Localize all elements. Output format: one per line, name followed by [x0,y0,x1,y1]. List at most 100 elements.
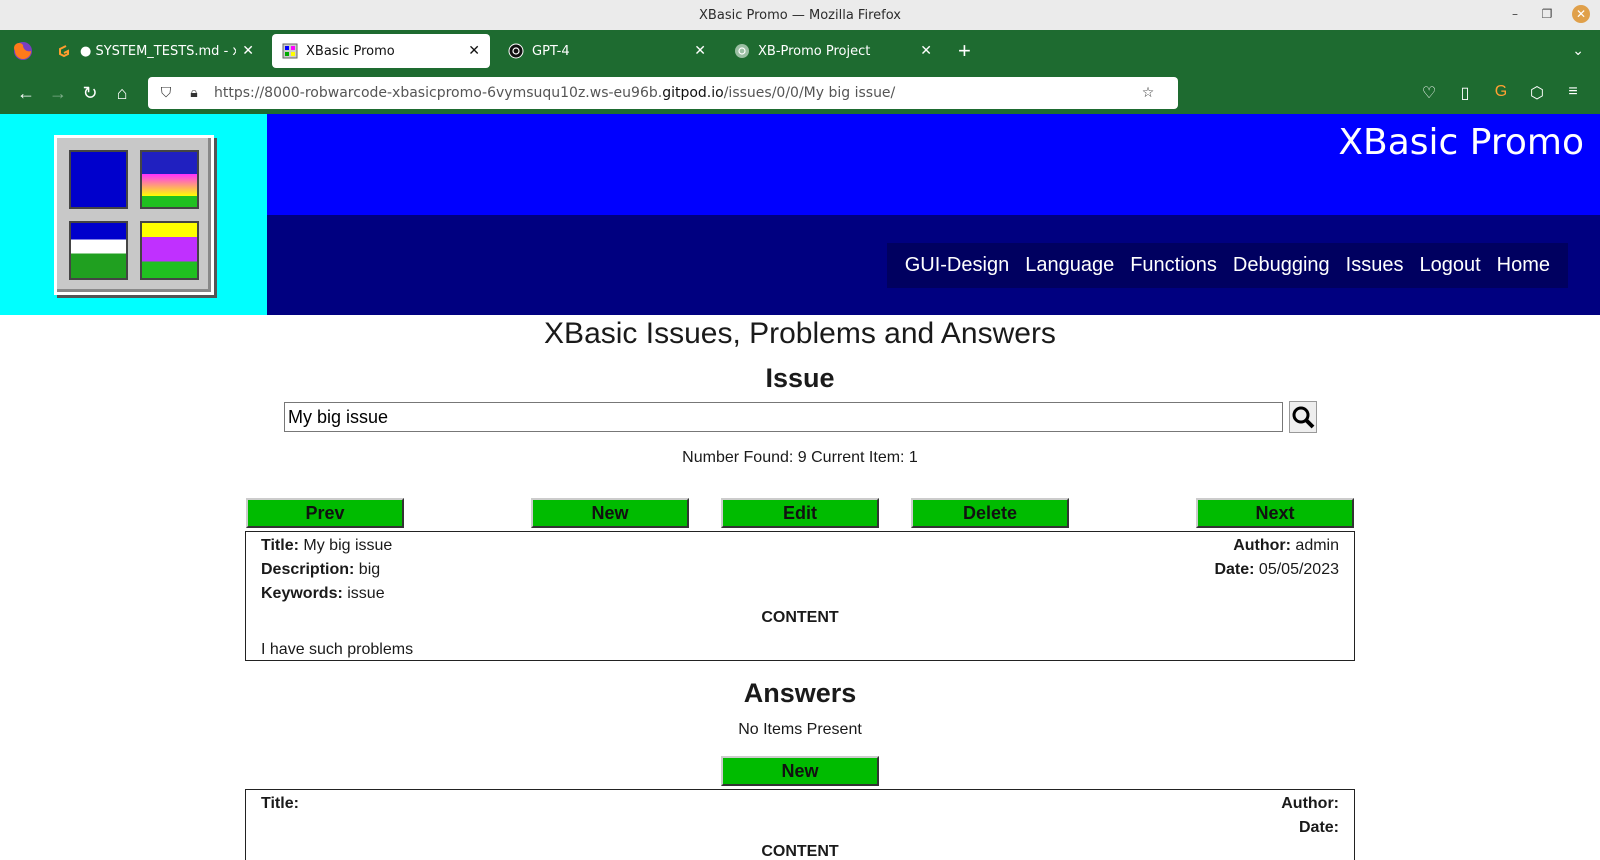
field-label: Date: [1214,561,1255,578]
site-header: XBasic Promo GUI-Design Language Functio… [0,114,1600,315]
issue-row: Keywords: issue [246,582,1354,606]
logo-pane [68,220,128,280]
tab-label: XB-Promo Project [758,43,871,59]
answer-card: Title: Author: Date: CONTENT [245,789,1355,860]
new-answer-button[interactable]: New [721,756,879,786]
menu-functions[interactable]: Functions [1122,254,1225,277]
bookmark-star-icon[interactable]: ☆ [1140,85,1156,101]
logo-pane [68,149,128,209]
list-tabs-icon[interactable]: ⌄ [1572,42,1584,59]
back-icon[interactable]: ← [10,77,42,109]
delete-button[interactable]: Delete [911,498,1069,528]
minimize-icon[interactable]: – [1508,7,1522,21]
menu-issues[interactable]: Issues [1338,254,1412,277]
window-title: XBasic Promo — Mozilla Firefox [699,7,901,23]
firefox-icon[interactable] [12,40,34,62]
lock-icon[interactable]: 🔒︎ [186,85,202,101]
tab-xb-promo-project[interactable]: XB-Promo Project ✕ [724,34,942,68]
url-path: /issues/0/0/My big issue/ [723,85,896,101]
content-label: CONTENT [761,609,839,626]
new-tab-icon[interactable]: + [958,38,971,64]
gitpod-extension-icon[interactable]: G [1490,83,1512,103]
reload-icon[interactable]: ↻ [74,77,106,109]
answer-title-label: Title: [261,795,299,812]
logo-pane [139,149,199,209]
answer-content-label: CONTENT [761,843,839,860]
no-items-text: No Items Present [738,721,862,738]
issue-card: Title: My big issue Author: admin Descri… [245,531,1355,661]
logo-panel [0,114,267,315]
answers-header: Answers [0,678,1600,718]
toolbar-icons: ♡ ▯ G ⬡ ≡ [1418,83,1584,103]
issue-title-value: My big issue [303,537,393,554]
search-input[interactable] [284,402,1283,432]
maximize-icon[interactable]: ❐ [1540,7,1554,21]
prev-button[interactable]: Prev [246,498,404,528]
forward-icon[interactable]: → [42,77,74,109]
search-icon [1292,406,1315,429]
menu-language[interactable]: Language [1017,254,1122,277]
field-label: Title: [261,537,299,554]
issue-row: Description: big Date: 05/05/2023 [246,558,1354,582]
url-prefix: https://8000-robwarcode-xbasicpromo-6vym… [214,85,663,101]
url-domain: gitpod.io [662,85,724,101]
extensions-icon[interactable]: ⬡ [1526,83,1548,103]
close-window-icon[interactable]: ✕ [1572,5,1590,23]
close-tab-icon[interactable]: ✕ [694,43,706,59]
issue-keywords: Keywords: issue [261,585,385,603]
logo-pane [139,220,199,280]
header-bottom: GUI-Design Language Functions Debugging … [267,215,1600,315]
menu-logout[interactable]: Logout [1411,254,1488,277]
home-icon[interactable]: ⌂ [106,77,138,109]
url-bar[interactable]: ⛉ 🔒︎ https://8000-robwarcode-xbasicpromo… [148,77,1178,109]
found-status: Number Found: 9 Current Item: 1 [682,449,918,466]
menu-icon[interactable]: ≡ [1562,83,1584,103]
field-label: Description: [261,561,355,578]
new-issue-button[interactable]: New [531,498,689,528]
issue-title: Title: My big issue [261,537,392,555]
tab-gpt4[interactable]: GPT-4 ✕ [498,34,716,68]
xbasic-logo[interactable] [53,134,214,295]
site-title: XBasic Promo [1338,122,1584,163]
openai-icon [735,44,749,58]
nav-toolbar: ← → ↻ ⌂ ⛉ 🔒︎ https://8000-robwarcode-xba… [0,72,1600,114]
issue-date-value: 05/05/2023 [1258,561,1339,578]
xbasic-favicon-icon [282,43,298,59]
issue-description-value: big [358,561,381,578]
field-label: Keywords: [261,585,343,602]
openai-icon [508,43,524,59]
answer-row: Title: Author: [246,792,1354,816]
menu-debugging[interactable]: Debugging [1225,254,1338,277]
main-content: XBasic Issues, Problems and Answers Issu… [0,317,1600,860]
pocket-icon[interactable]: ♡ [1418,83,1440,103]
answer-row: Date: [246,816,1354,840]
tab-label: GPT-4 [532,43,570,59]
gitpod-icon [59,45,69,58]
tab-strip: ● SYSTEM_TESTS.md - xbas ✕ XBasic Promo … [0,30,1600,72]
header-main: XBasic Promo GUI-Design Language Functio… [267,114,1600,315]
close-tab-icon[interactable]: ✕ [242,43,254,59]
main-menu: GUI-Design Language Functions Debugging … [886,243,1568,288]
edit-button[interactable]: Edit [721,498,879,528]
tab-xbasic-promo[interactable]: XBasic Promo ✕ [272,34,490,68]
menu-home[interactable]: Home [1489,254,1558,277]
window-titlebar: XBasic Promo — Mozilla Firefox – ❐ ✕ [0,0,1600,30]
search-row [284,399,1600,435]
tab-label: ● SYSTEM_TESTS.md - xbas [80,43,237,59]
section-title: Issue [765,363,835,393]
close-tab-icon[interactable]: ✕ [468,43,480,59]
issue-row: Title: My big issue Author: admin [246,534,1354,558]
tab-system-tests[interactable]: ● SYSTEM_TESTS.md - xbas ✕ [46,34,264,68]
issue-author: Author: admin [1233,537,1339,555]
next-button[interactable]: Next [1196,498,1354,528]
header-top: XBasic Promo [267,114,1600,215]
reader-view-icon[interactable]: ▯ [1454,83,1476,103]
shield-icon[interactable]: ⛉ [158,85,174,101]
url-text[interactable]: https://8000-robwarcode-xbasicpromo-6vym… [214,85,1140,101]
page-title: XBasic Issues, Problems and Answers [544,317,1056,350]
close-tab-icon[interactable]: ✕ [920,43,932,59]
menu-gui-design[interactable]: GUI-Design [897,254,1017,277]
window-controls: – ❐ ✕ [1508,5,1590,23]
issue-date: Date: 05/05/2023 [1214,561,1339,579]
search-button[interactable] [1289,401,1317,433]
